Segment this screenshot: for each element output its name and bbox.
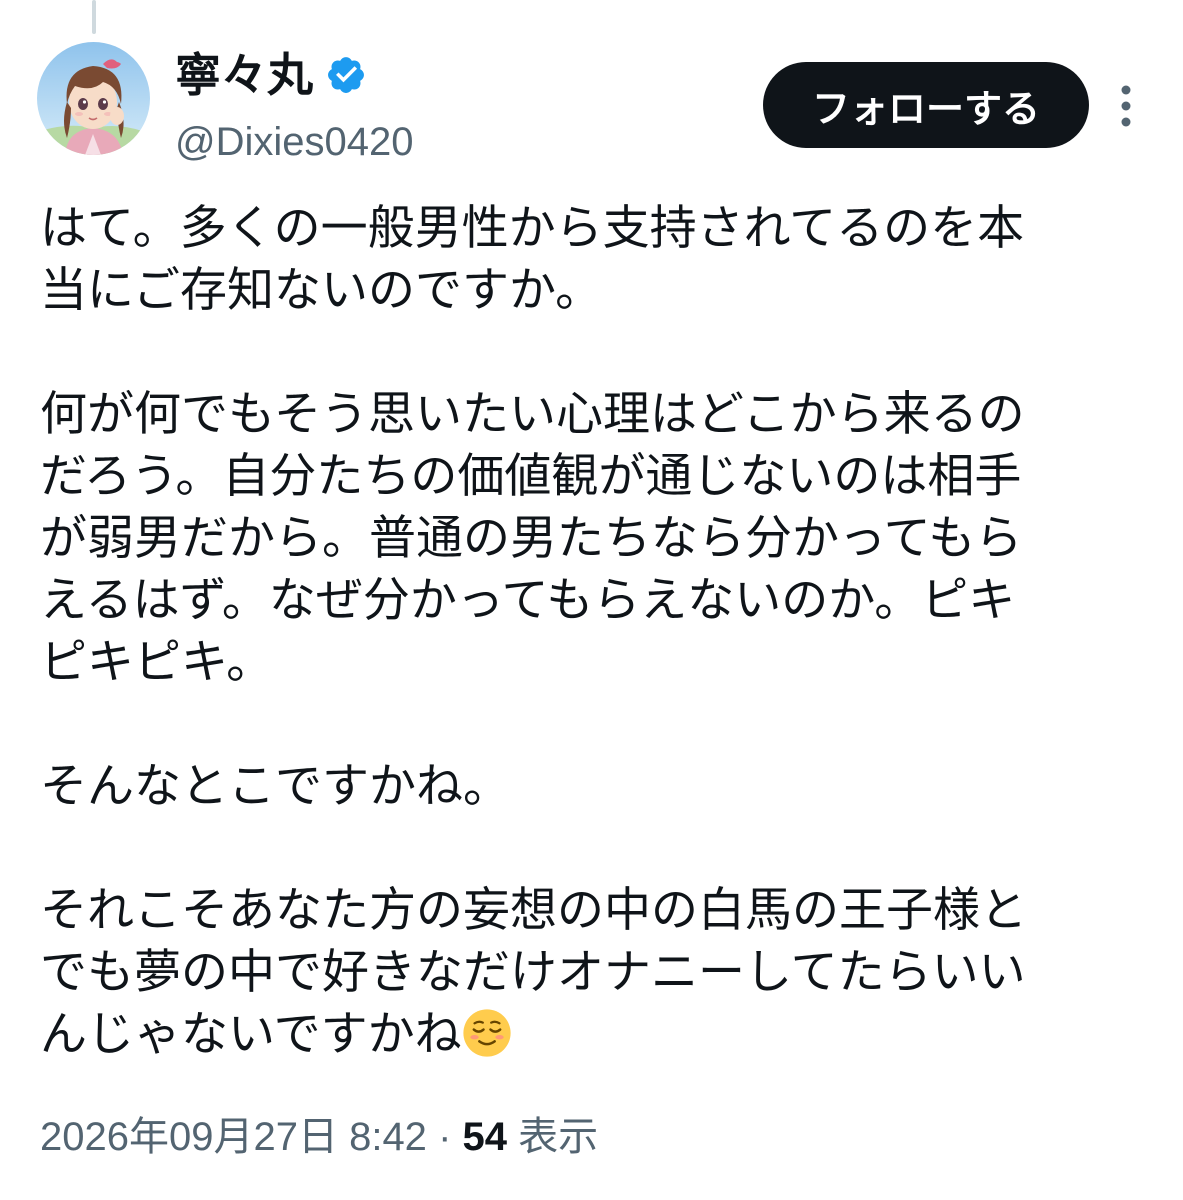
follow-button[interactable]: フォローする	[763, 62, 1089, 148]
post-paragraph: 何が何でもそう思いたい心理はどこから来るの だろう。自分たちの価値観が通じないの…	[40, 387, 1025, 690]
verified-badge-icon	[328, 57, 364, 93]
author-name-row: 寧々丸	[175, 44, 367, 106]
post-text: はて。多くの一般男性から支持されてるのを本 当にご存知ないのですか。 何が何でも…	[40, 198, 1130, 1066]
relieved-face-emoji-icon	[462, 1009, 511, 1057]
author-avatar[interactable]	[37, 42, 150, 155]
author-display-name[interactable]: 寧々丸	[175, 52, 313, 98]
post-meta: 2026年09月27日 8:42 · 54 表示	[40, 1110, 598, 1164]
post-paragraph-text: それこそあなた方の妄想の中の白馬の王子様と でも夢の中で好きなだけオナニーしてた…	[40, 883, 1027, 1062]
post-paragraph: そんなとこですかね。	[40, 759, 510, 814]
more-vertical-icon	[1121, 85, 1131, 127]
views-label: 表示	[518, 1115, 599, 1159]
meta-separator: ·	[438, 1115, 452, 1159]
thread-connector-line	[92, 0, 96, 34]
views-count: 54	[462, 1115, 508, 1159]
post-timestamp[interactable]: 2026年09月27日 8:42	[40, 1115, 427, 1159]
post-paragraph: はて。多くの一般男性から支持されてるのを本 当にご存知ないのですか。	[40, 201, 1025, 318]
avatar-image	[37, 42, 150, 155]
author-handle[interactable]: @Dixies0420	[175, 118, 414, 166]
post-paragraph-last: それこそあなた方の妄想の中の白馬の王子様と でも夢の中で好きなだけオナニーしてた…	[40, 880, 1130, 1066]
more-options-button[interactable]	[1108, 78, 1144, 134]
